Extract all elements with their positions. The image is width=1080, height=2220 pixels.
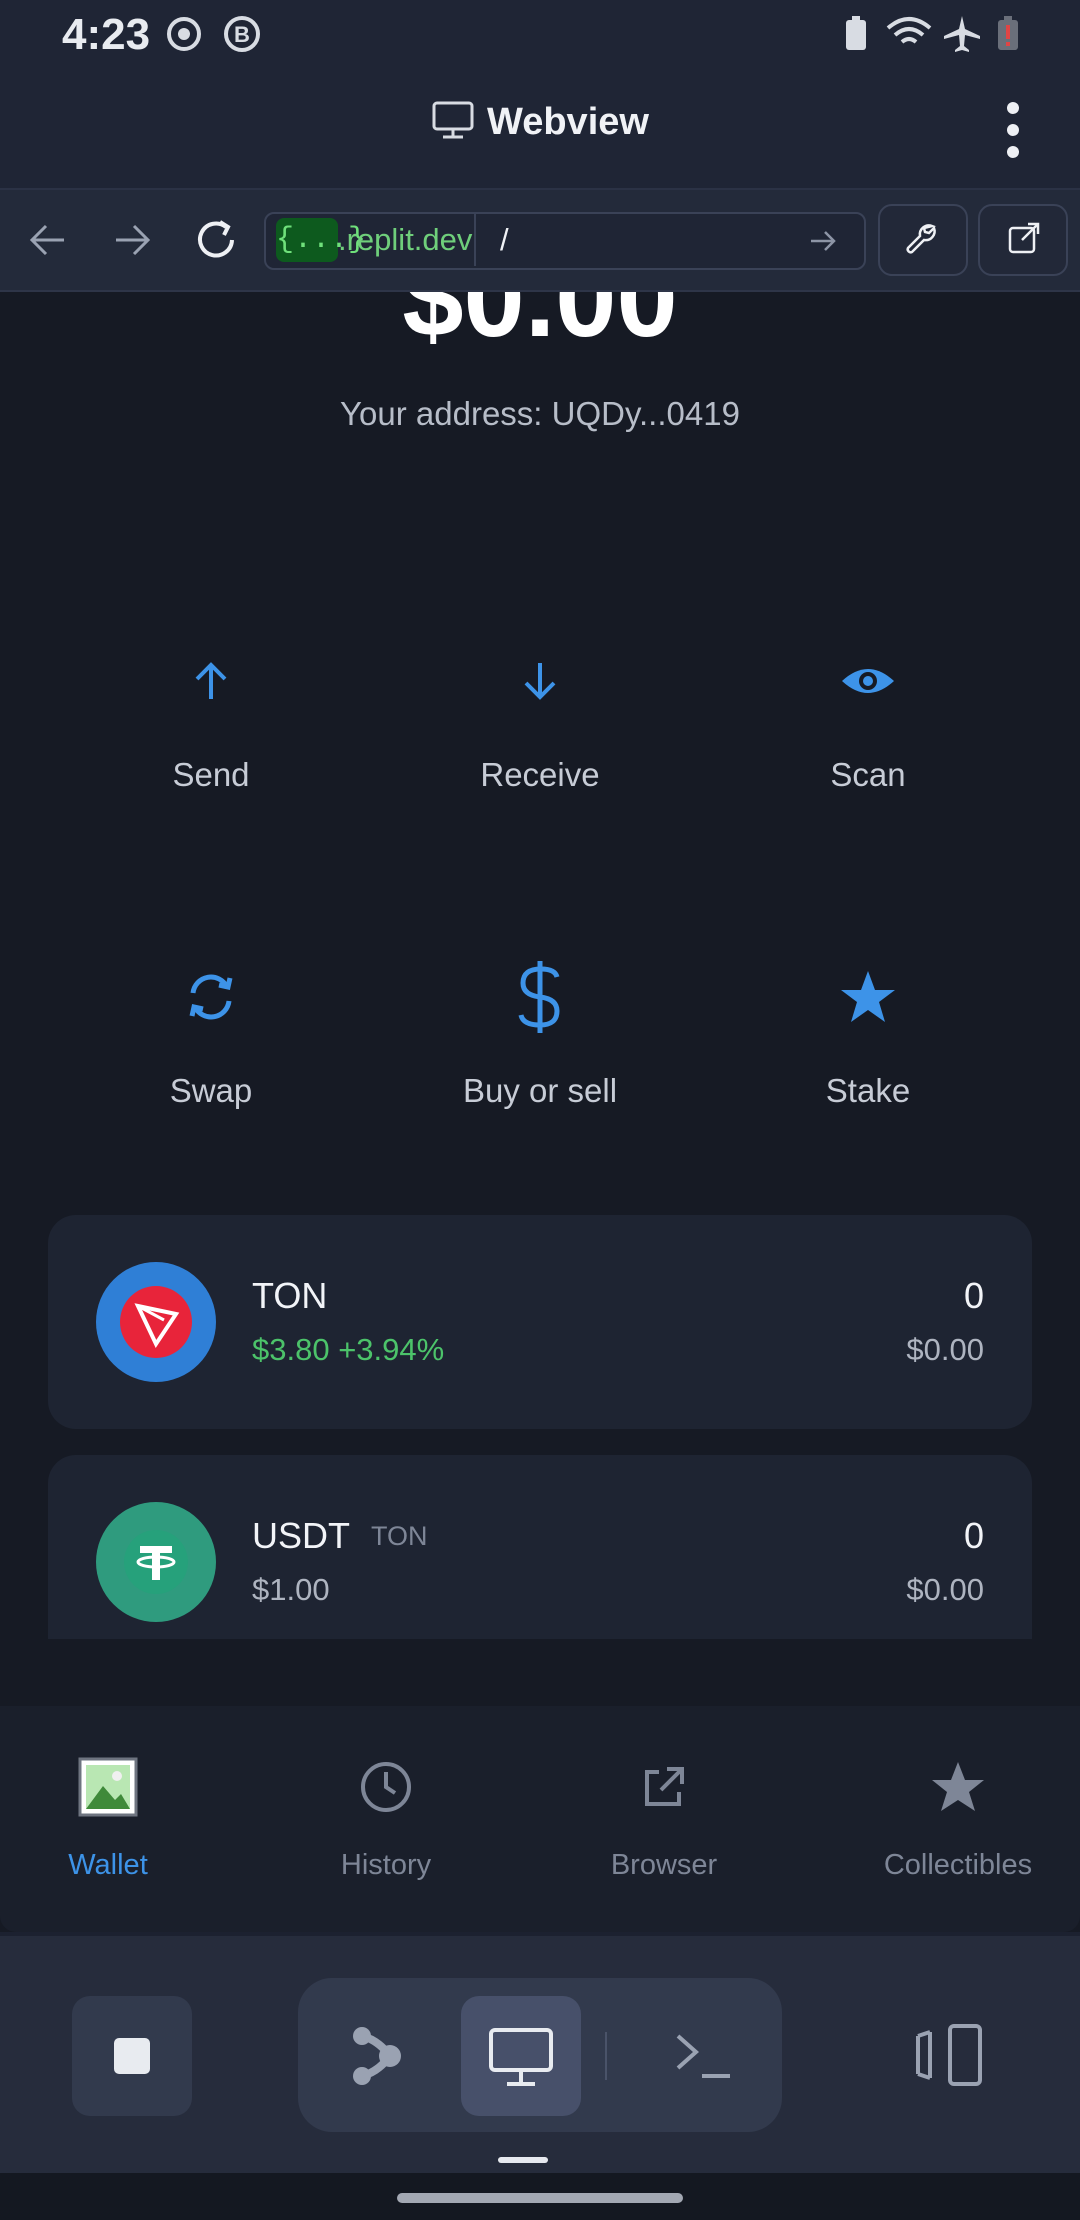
workflow-icon — [353, 2027, 401, 2085]
battery-saver-icon — [846, 16, 866, 50]
airplane-icon — [944, 16, 980, 52]
home-gesture-bar[interactable] — [397, 2193, 683, 2203]
forward-arrow-icon[interactable] — [110, 220, 154, 260]
active-indicator — [498, 2157, 548, 2163]
b-badge-icon: B — [224, 16, 260, 52]
wrench-icon — [906, 224, 937, 254]
url-path[interactable]: / — [500, 218, 509, 262]
star-icon — [841, 971, 895, 1022]
stop-icon — [114, 2038, 150, 2074]
nav-browser[interactable]: Browser — [564, 1756, 764, 1882]
webview-button[interactable] — [461, 1996, 581, 2116]
url-domain: .replit.dev — [338, 222, 473, 257]
tether-icon — [124, 1530, 188, 1594]
workflow-button[interactable] — [316, 1996, 436, 2116]
terminal-icon — [676, 2034, 730, 2078]
swap-button[interactable]: Swap — [91, 962, 331, 1110]
wallet-address[interactable]: Your address: UQDy...0419 — [0, 395, 1080, 433]
token-card-usdt[interactable]: USDT TON $1.00 0 $0.00 — [48, 1455, 1032, 1639]
balance-amount: $0.00 — [0, 292, 1080, 382]
stake-label: Stake — [825, 1072, 911, 1109]
devtools-button[interactable] — [878, 204, 968, 276]
ton-logo — [96, 1262, 216, 1382]
broken-image-icon — [78, 1757, 138, 1817]
open-external-button[interactable] — [978, 204, 1068, 276]
token-network-tag: TON — [371, 1521, 428, 1551]
nav-wallet-label: Wallet — [68, 1849, 148, 1881]
page-title-text: Webview — [487, 101, 649, 143]
star-icon — [932, 1762, 984, 1811]
external-link-icon — [1008, 222, 1040, 254]
receive-label: Receive — [480, 756, 600, 793]
clock-icon — [361, 1762, 411, 1812]
token-name: USDT — [252, 1515, 350, 1556]
dollar-icon — [518, 961, 560, 1033]
back-arrow-icon[interactable] — [26, 220, 70, 260]
buy-sell-button[interactable]: Buy or sell — [420, 961, 660, 1110]
tron-logo-icon — [120, 1286, 192, 1358]
nav-collectibles[interactable]: Collectibles — [858, 1756, 1058, 1882]
token-card-ton[interactable]: TON $3.80 +3.94% 0 $0.00 — [48, 1215, 1032, 1429]
nav-browser-label: Browser — [610, 1849, 718, 1881]
token-value: $0.00 — [906, 1332, 984, 1367]
token-amount: 0 — [963, 1515, 984, 1556]
nav-collectibles-label: Collectibles — [883, 1849, 1033, 1881]
switcher-divider — [605, 2032, 607, 2080]
shell-button[interactable] — [644, 1996, 764, 2116]
stake-button[interactable]: Stake — [748, 962, 988, 1110]
send-label: Send — [172, 756, 250, 793]
buy-sell-label: Buy or sell — [462, 1072, 618, 1109]
scan-label: Scan — [830, 756, 906, 793]
stop-button[interactable] — [72, 1996, 192, 2116]
token-price: $1.00 — [252, 1572, 330, 1607]
sync-icon — [167, 17, 201, 51]
arrow-up-icon — [195, 662, 227, 699]
url-badge: {...} — [276, 218, 366, 262]
page-title: Webview — [0, 100, 1080, 144]
wifi-icon — [886, 17, 932, 44]
nav-wallet[interactable]: Wallet — [8, 1756, 208, 1882]
external-link-icon — [645, 1767, 684, 1806]
token-name: TON — [252, 1275, 328, 1316]
swap-icon — [189, 974, 233, 1020]
monitor-icon — [489, 2028, 553, 2086]
scan-button[interactable]: Scan — [748, 646, 988, 794]
split-view-icon — [916, 2024, 982, 2086]
receive-button[interactable]: Receive — [420, 646, 660, 794]
monitor-icon — [432, 101, 474, 139]
more-vert-icon[interactable] — [998, 100, 1028, 160]
nav-history[interactable]: History — [286, 1756, 486, 1882]
go-arrow-icon[interactable] — [808, 226, 838, 256]
reload-icon[interactable] — [192, 216, 240, 264]
swap-label: Swap — [169, 1072, 253, 1109]
send-button[interactable]: Send — [91, 646, 331, 794]
token-amount: 0 — [963, 1275, 984, 1316]
url-divider — [474, 214, 476, 266]
eye-icon — [842, 669, 894, 693]
status-time: 4:23 — [62, 10, 151, 59]
svg-text:B: B — [234, 22, 250, 47]
layout-toggle-button[interactable] — [888, 1996, 1008, 2116]
battery-alert-icon — [998, 16, 1018, 50]
webview-content — [0, 292, 1080, 1932]
usdt-logo — [96, 1502, 216, 1622]
balance-text: $0.00 — [402, 292, 678, 360]
nav-history-label: History — [340, 1849, 432, 1881]
token-price: $3.80 +3.94% — [252, 1332, 445, 1367]
arrow-down-icon — [524, 663, 556, 700]
token-value: $0.00 — [906, 1572, 984, 1607]
